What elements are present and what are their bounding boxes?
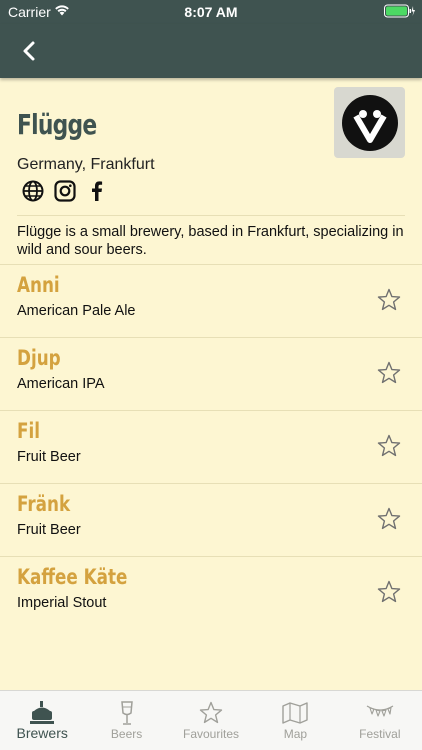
tab-label: Favourites	[183, 727, 240, 741]
divider	[17, 215, 405, 216]
beer-style: Fruit Beer	[17, 449, 81, 465]
tab-map[interactable]: Map	[253, 691, 337, 750]
tab-festival[interactable]: Festival	[338, 691, 422, 750]
star-icon[interactable]	[376, 579, 402, 605]
battery-icon	[384, 4, 416, 18]
beer-row[interactable]: Fränk Fruit Beer	[0, 483, 422, 556]
status-bar: Carrier 8:07 AM	[0, 0, 422, 24]
instagram-icon[interactable]	[54, 180, 76, 202]
social-links	[22, 180, 108, 202]
bunting-icon	[365, 699, 395, 727]
tab-brewers[interactable]: Brewers	[0, 691, 84, 750]
beer-name: Djup	[17, 346, 61, 370]
chevron-left-icon	[23, 41, 35, 61]
back-button[interactable]	[14, 36, 44, 66]
beer-row[interactable]: Fil Fruit Beer	[0, 410, 422, 483]
beer-row[interactable]: Kaffee Käte Imperial Stout	[0, 556, 422, 629]
tab-favourites[interactable]: Favourites	[169, 691, 253, 750]
brewery-logo	[334, 87, 405, 158]
tab-label: Brewers	[16, 725, 68, 741]
map-icon	[280, 699, 310, 727]
tab-beers[interactable]: Beers	[84, 691, 168, 750]
beer-style: American IPA	[17, 376, 105, 392]
star-icon[interactable]	[376, 287, 402, 313]
beer-name: Fil	[17, 419, 40, 443]
star-icon[interactable]	[376, 360, 402, 386]
tab-label: Map	[283, 727, 308, 741]
beer-name: Fränk	[17, 492, 71, 516]
globe-icon[interactable]	[22, 180, 44, 202]
brewery-description: Flügge is a small brewery, based in Fran…	[17, 224, 404, 258]
beer-name: Kaffee Käte	[17, 565, 128, 589]
beer-glass-icon	[112, 699, 142, 727]
brewery-name: Flügge	[17, 108, 97, 141]
brewery-kettle-icon	[27, 699, 57, 727]
beer-style: American Pale Ale	[17, 303, 136, 319]
beer-style: Fruit Beer	[17, 522, 81, 538]
star-icon[interactable]	[376, 433, 402, 459]
brewery-location: Germany, Frankfurt	[17, 156, 155, 173]
beer-row[interactable]: Djup American IPA	[0, 337, 422, 410]
beer-list: Anni American Pale Ale Djup American IPA…	[0, 264, 422, 629]
navigation-bar	[0, 24, 422, 78]
clock: 8:07 AM	[184, 4, 238, 20]
tab-label: Beers	[110, 727, 143, 741]
star-icon[interactable]	[376, 506, 402, 532]
beer-name: Anni	[17, 273, 60, 297]
beer-row[interactable]: Anni American Pale Ale	[0, 264, 422, 337]
brewery-header: Flügge Germany, Frankfurt Flügge is a sm…	[0, 78, 422, 264]
tab-label: Festival	[359, 727, 401, 741]
tab-bar: Brewers Beers Favourites Map Festival	[0, 690, 422, 750]
facebook-icon[interactable]	[86, 180, 108, 202]
star-icon	[196, 699, 226, 727]
beer-style: Imperial Stout	[17, 595, 107, 611]
